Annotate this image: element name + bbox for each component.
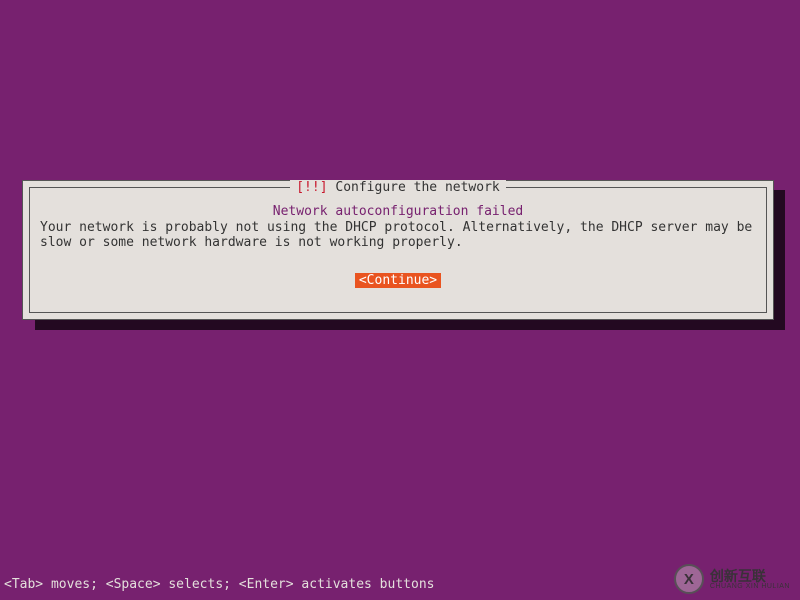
dialog-title: [!!] Configure the network <box>290 180 506 195</box>
dialog-message: Your network is probably not using the D… <box>40 221 756 251</box>
watermark-sub: CHUANG XIN HULIAN <box>710 583 790 590</box>
dialog-title-text: Configure the network <box>335 180 499 195</box>
watermark-brand: 创新互联 <box>710 569 790 583</box>
watermark: X 创新互联 CHUANG XIN HULIAN <box>674 564 790 594</box>
dialog-title-wrap: [!!] Configure the network <box>30 180 766 195</box>
continue-wrap: <Continue> <box>40 273 756 288</box>
dialog-inner-frame: [!!] Configure the network Network autoc… <box>29 187 767 313</box>
watermark-icon: X <box>674 564 704 594</box>
dialog: [!!] Configure the network Network autoc… <box>22 180 774 320</box>
watermark-text-block: 创新互联 CHUANG XIN HULIAN <box>710 569 790 590</box>
dialog-body: Network autoconfiguration failed Your ne… <box>30 188 766 288</box>
dialog-subtitle: Network autoconfiguration failed <box>40 204 756 219</box>
continue-button[interactable]: <Continue> <box>355 273 441 288</box>
footer-help-text: <Tab> moves; <Space> selects; <Enter> ac… <box>4 577 434 592</box>
alert-marker: [!!] <box>296 180 327 195</box>
